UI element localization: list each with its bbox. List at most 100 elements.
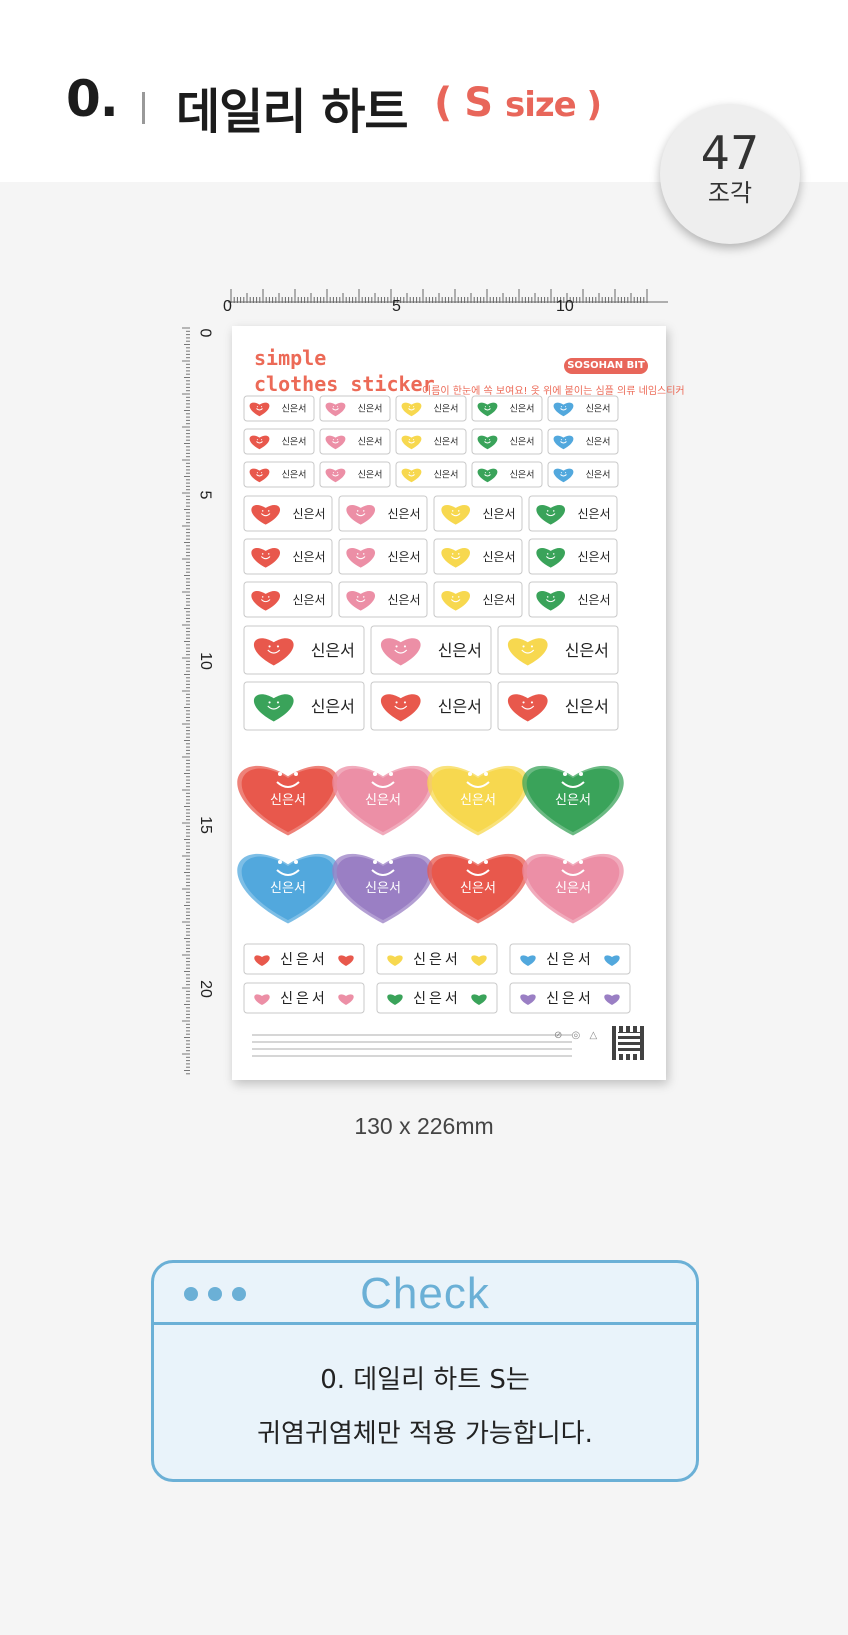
heart-eye: [552, 553, 555, 555]
heart-eye: [457, 553, 460, 555]
name-label-small: 신은서: [319, 395, 391, 422]
heart-eye: [484, 772, 488, 776]
heart-eye: [522, 701, 525, 704]
label-name: 신은서: [358, 437, 383, 448]
big-heart-name: 신은서: [460, 881, 496, 896]
heart-eye: [267, 596, 270, 598]
label-name: 신은서: [280, 952, 328, 968]
big-heart-name: 신은서: [555, 881, 591, 896]
check-line-1: 0. 데일리 하트 S는: [320, 1365, 530, 1395]
label-name: 신은서: [282, 404, 307, 415]
heart-eye: [579, 772, 583, 776]
name-label-large: 신은서: [370, 681, 492, 731]
label-name: 신은서: [413, 991, 461, 1007]
label-name: 신은서: [586, 404, 611, 415]
heart-eye: [489, 472, 491, 474]
heart-eye: [565, 406, 567, 408]
heart-eye: [484, 860, 488, 864]
heart-eye: [579, 860, 583, 864]
section-number: 0.: [66, 70, 119, 128]
name-label-small: 신은서: [395, 428, 467, 455]
heart-eye: [389, 772, 393, 776]
heart-eye: [362, 553, 365, 555]
heart-eye: [276, 645, 280, 648]
heart-eye: [546, 510, 549, 512]
heart-eye: [413, 406, 415, 408]
heart-eye: [451, 553, 454, 555]
name-label-large: 신은서: [370, 625, 492, 675]
name-label-medium: 신은서: [338, 495, 428, 532]
heart-eye: [451, 510, 454, 512]
heart-eye: [256, 439, 258, 441]
name-label-medium: 신은서: [243, 581, 333, 618]
label-name: 신은서: [482, 550, 515, 564]
heart-eye: [552, 510, 555, 512]
size-label: ( S size ): [434, 80, 602, 126]
check-title: Check: [360, 1269, 490, 1318]
heart-eye: [560, 406, 562, 408]
name-label-flanked: 신은서: [376, 982, 498, 1014]
check-header: Check: [154, 1263, 696, 1325]
name-label-large: 신은서: [497, 681, 619, 731]
label-name: 신은서: [586, 437, 611, 448]
big-heart-sticker: 신은서: [522, 853, 624, 924]
name-label-small: 신은서: [471, 461, 543, 488]
name-label-small: 신은서: [319, 428, 391, 455]
big-heart-name: 신은서: [270, 881, 306, 896]
label-name: 신은서: [438, 697, 482, 716]
name-label-small: 신은서: [319, 461, 391, 488]
header-divider: [142, 92, 145, 124]
big-heart-name: 신은서: [365, 881, 401, 896]
big-heart-sticker: 신은서: [427, 765, 529, 836]
label-name: 신은서: [434, 437, 459, 448]
size-label-rest: size ): [504, 85, 602, 125]
heart-eye: [261, 510, 264, 512]
heart-eye: [565, 439, 567, 441]
label-name: 신은서: [292, 507, 325, 521]
heart-eye: [395, 701, 398, 704]
name-label-medium: 신은서: [338, 538, 428, 575]
label-name: 신은서: [438, 641, 482, 660]
heart-eye: [565, 472, 567, 474]
heart-eye: [256, 406, 258, 408]
big-heart-sticker: 신은서: [332, 765, 434, 836]
name-label-small: 신은서: [243, 461, 315, 488]
label-name: 신은서: [358, 470, 383, 481]
name-label-flanked: 신은서: [243, 943, 365, 975]
heart-eye: [356, 596, 359, 598]
heart-eye: [294, 860, 298, 864]
name-label-small: 신은서: [471, 428, 543, 455]
heart-eye: [413, 439, 415, 441]
label-name: 신은서: [282, 437, 307, 448]
label-name: 신은서: [482, 507, 515, 521]
heart-eye: [278, 772, 282, 776]
label-name: 신은서: [387, 550, 420, 564]
name-label-large: 신은서: [497, 625, 619, 675]
heart-eye: [408, 406, 410, 408]
label-name: 신은서: [577, 507, 610, 521]
heart-eye: [560, 472, 562, 474]
big-heart-name: 신은서: [365, 793, 401, 808]
label-name: 신은서: [413, 952, 461, 968]
name-label-medium: 신은서: [433, 538, 523, 575]
name-label-medium: 신은서: [528, 495, 618, 532]
name-label-medium: 신은서: [433, 581, 523, 618]
label-name: 신은서: [565, 641, 609, 660]
heart-eye: [276, 701, 280, 704]
name-label-small: 신은서: [547, 461, 619, 488]
qr-code: [612, 1026, 646, 1060]
name-label-small: 신은서: [395, 395, 467, 422]
name-label-small: 신은서: [471, 395, 543, 422]
heart-eye: [356, 553, 359, 555]
check-line-2: 귀염귀염체만 적용 가능합니다.: [257, 1419, 593, 1449]
name-label-medium: 신은서: [528, 581, 618, 618]
check-notice: Check 0. 데일리 하트 S는 귀염귀염체만 적용 가능합니다.: [151, 1260, 699, 1482]
heart-eye: [413, 472, 415, 474]
heart-eye: [546, 596, 549, 598]
label-name: 신은서: [510, 470, 535, 481]
heart-eye: [373, 860, 377, 864]
name-label-large: 신은서: [243, 625, 365, 675]
heart-eye: [294, 772, 298, 776]
ruler-top-label-5: 5: [392, 298, 401, 315]
name-label-medium: 신은서: [243, 495, 333, 532]
